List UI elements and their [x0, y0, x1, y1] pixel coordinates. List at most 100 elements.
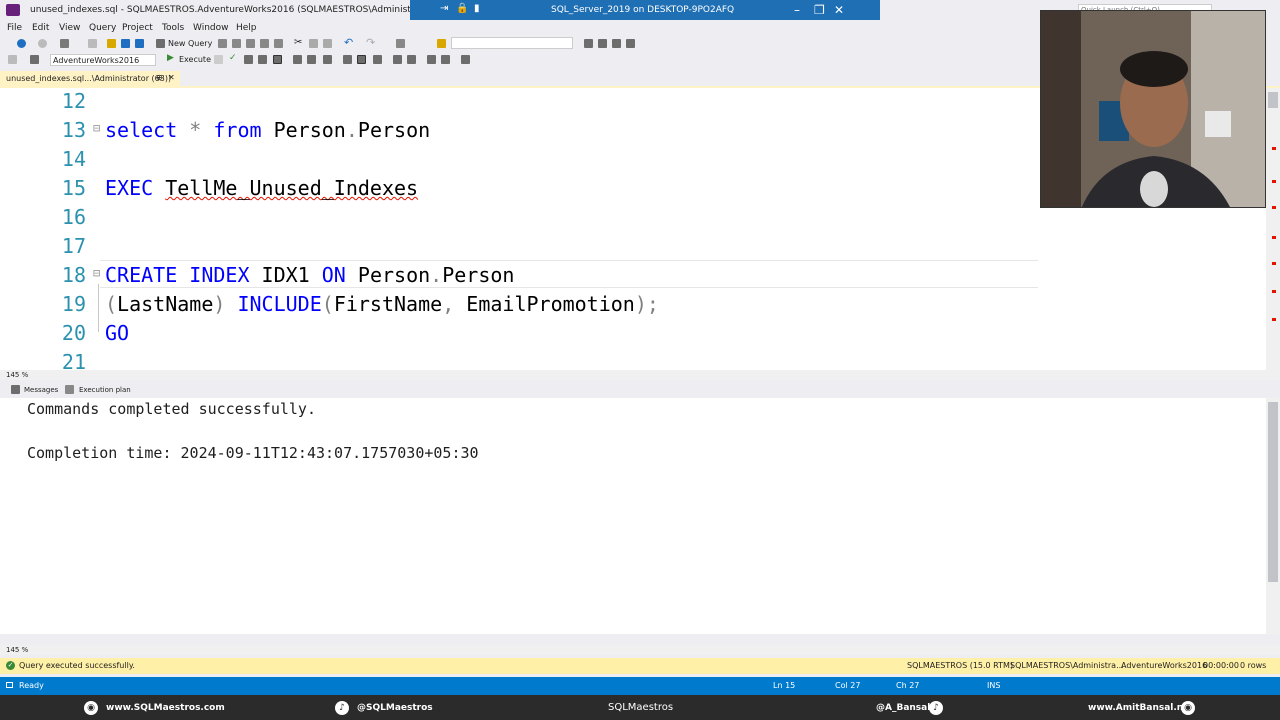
client-stats-icon[interactable] — [307, 55, 316, 64]
line-number: 21 — [61, 350, 86, 370]
status-mode: INS — [987, 681, 1001, 690]
error-marker[interactable] — [1272, 290, 1276, 293]
uncomment-icon[interactable] — [393, 55, 402, 64]
output-icon — [6, 682, 13, 688]
cancel-query-icon[interactable] — [214, 55, 223, 64]
editor-scroll-thumb[interactable] — [1268, 92, 1278, 108]
success-icon: ✓ — [6, 661, 15, 670]
actual-plan-icon[interactable] — [273, 55, 282, 64]
undo-icon[interactable]: ↶ — [344, 36, 353, 49]
pin-icon[interactable]: ⇥ — [440, 3, 448, 14]
copy-icon[interactable] — [309, 39, 318, 48]
fold-toggle-icon[interactable]: ⊟ — [93, 121, 100, 135]
back-icon[interactable] — [17, 39, 26, 48]
menu-view[interactable]: View — [59, 23, 80, 33]
error-marker[interactable] — [1272, 180, 1276, 183]
connect-icon[interactable] — [8, 55, 17, 64]
object-explorer-icon[interactable] — [626, 39, 635, 48]
tab-messages[interactable]: Messages — [24, 386, 58, 394]
editor-zoom[interactable]: 145 % — [6, 371, 28, 379]
error-marker[interactable] — [1272, 236, 1276, 239]
add-item-icon[interactable] — [88, 39, 97, 48]
execute-button[interactable]: Execute — [179, 55, 211, 64]
forward-icon[interactable] — [38, 39, 47, 48]
cut-icon[interactable]: ✂ — [294, 37, 302, 48]
new-query-icon[interactable] — [156, 39, 165, 48]
execute-icon[interactable]: ▶ — [167, 53, 174, 63]
fold-toggle-icon[interactable]: ⊟ — [93, 266, 100, 280]
pin-tab-icon[interactable]: ⊕ — [156, 73, 163, 82]
ssms-logo-icon — [6, 4, 20, 16]
results-to-grid-icon[interactable] — [343, 55, 352, 64]
document-tab-label[interactable]: unused_indexes.sql...\Administrator (63)… — [6, 74, 171, 83]
remote-session-title: SQL_Server_2019 on DESKTOP-9PO2AFQ — [551, 5, 735, 15]
find-combobox[interactable] — [451, 37, 573, 49]
mdx-query-icon[interactable] — [232, 39, 241, 48]
error-marker[interactable] — [1272, 318, 1276, 321]
menu-edit[interactable]: Edit — [32, 23, 49, 33]
solution-explorer-icon[interactable] — [584, 39, 593, 48]
sql-keyword: EXEC — [105, 176, 154, 200]
code-line[interactable]: select * from Person.Person — [105, 118, 430, 142]
messages-pane[interactable]: Commands completed successfully. Complet… — [0, 398, 1266, 634]
line-number: 16 — [61, 205, 86, 229]
footer-website1: www.SQLMaestros.com — [106, 703, 225, 713]
tab-execution-plan[interactable]: Execution plan — [79, 386, 131, 394]
menu-tools[interactable]: Tools — [162, 23, 184, 33]
open-file-icon[interactable] — [107, 39, 116, 48]
sql-editor-toolbar — [0, 52, 1040, 68]
xmla-query-icon[interactable] — [260, 39, 269, 48]
editor-scrollbar[interactable] — [1266, 88, 1280, 370]
dax-query-icon[interactable] — [274, 39, 283, 48]
query-options-icon[interactable] — [258, 55, 267, 64]
new-project-icon[interactable] — [60, 39, 69, 48]
properties-icon[interactable] — [598, 39, 607, 48]
results-to-file-icon[interactable] — [357, 55, 366, 64]
toolbar-options-icon[interactable] — [461, 55, 470, 64]
twitter-icon: ♪ — [929, 701, 943, 715]
close-tab-icon[interactable]: ✕ — [168, 73, 175, 82]
close-icon[interactable]: ✕ — [834, 3, 844, 17]
activity-monitor-icon[interactable] — [396, 39, 405, 48]
menu-file[interactable]: File — [7, 23, 22, 33]
save-all-icon[interactable] — [135, 39, 144, 48]
minimize-icon[interactable]: – — [794, 3, 800, 17]
menu-query[interactable]: Query — [89, 23, 116, 33]
find-icon[interactable] — [437, 39, 446, 48]
code-token: Person — [261, 118, 346, 142]
live-stats-icon[interactable] — [293, 55, 302, 64]
restore-icon[interactable]: ❐ — [814, 3, 825, 17]
decrease-indent-icon[interactable] — [407, 55, 416, 64]
results-scroll-thumb[interactable] — [1268, 402, 1278, 582]
results-to-text-icon[interactable] — [323, 55, 332, 64]
error-marker[interactable] — [1272, 147, 1276, 150]
new-query-button[interactable]: New Query — [168, 39, 212, 48]
code-line[interactable]: GO — [105, 321, 129, 345]
twitter-icon: ♪ — [335, 701, 349, 715]
dmx-query-icon[interactable] — [246, 39, 255, 48]
results-zoom[interactable]: 145 % — [6, 646, 28, 654]
estimated-plan-icon[interactable] — [244, 55, 253, 64]
parse-icon[interactable]: ✓ — [229, 53, 237, 63]
menu-window[interactable]: Window — [193, 23, 229, 33]
paste-icon[interactable] — [323, 39, 332, 48]
menu-help[interactable]: Help — [236, 23, 257, 33]
redo-icon[interactable]: ↷ — [366, 36, 375, 49]
database-selector[interactable]: AdventureWorks2016 — [50, 54, 156, 66]
code-line[interactable]: (LastName) INCLUDE(FirstName, EmailPromo… — [105, 292, 659, 316]
error-marker[interactable] — [1272, 206, 1276, 209]
error-marker[interactable] — [1272, 262, 1276, 265]
code-line[interactable]: CREATE INDEX IDX1 ON Person.Person — [105, 263, 514, 287]
code-token: ( — [105, 292, 118, 316]
comment-icon[interactable] — [373, 55, 382, 64]
save-icon[interactable] — [121, 39, 130, 48]
menu-project[interactable]: Project — [122, 23, 153, 33]
db-engine-query-icon[interactable] — [218, 39, 227, 48]
code-line[interactable]: EXEC TellMe_Unused_Indexes — [105, 176, 418, 200]
toolbox-icon[interactable] — [612, 39, 621, 48]
increase-indent-icon[interactable] — [427, 55, 436, 64]
specify-values-icon[interactable] — [441, 55, 450, 64]
change-connection-icon[interactable] — [30, 55, 39, 64]
